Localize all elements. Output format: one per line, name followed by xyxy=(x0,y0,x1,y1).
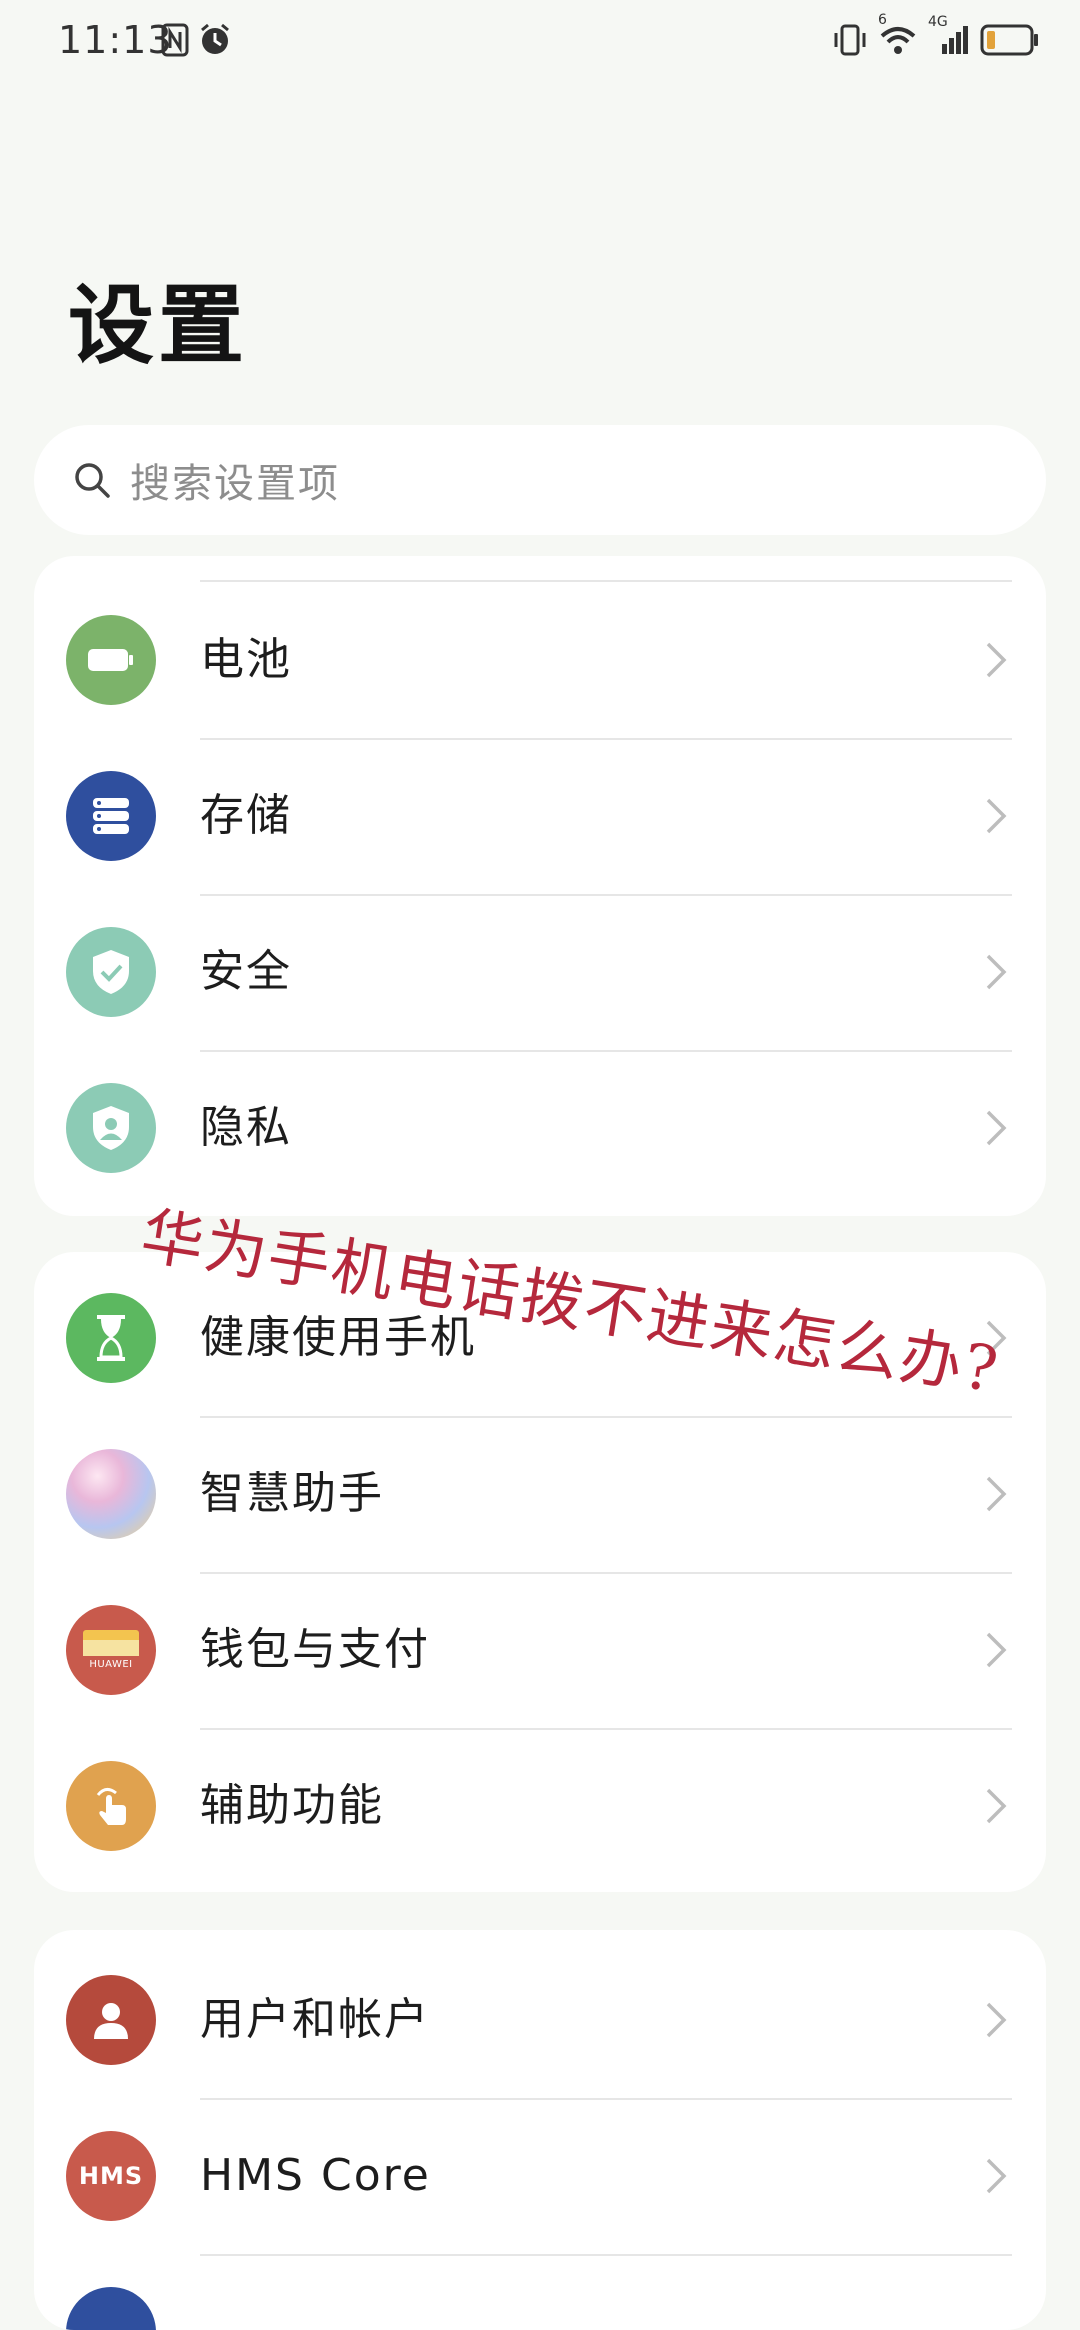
hms-icon: HMS xyxy=(66,2131,156,2221)
status-bar: 11:13 6 4G xyxy=(0,0,1080,80)
page-title: 设置 xyxy=(68,276,248,376)
settings-item-wallet[interactable]: HUAWEI 钱包与支付 xyxy=(34,1572,1046,1728)
settings-item-label: 钱包与支付 xyxy=(200,1624,430,1675)
row-divider xyxy=(200,738,1012,740)
chevron-right-icon xyxy=(986,2002,1007,2038)
partial-blue-icon xyxy=(66,2287,156,2330)
settings-item-users-accounts[interactable]: 用户和帐户 xyxy=(34,1942,1046,2098)
settings-item-label: 用户和帐户 xyxy=(200,1994,430,2045)
hourglass-icon xyxy=(66,1293,156,1383)
battery-low-icon xyxy=(980,24,1038,56)
wifi-6-icon: 6 xyxy=(878,12,918,58)
chevron-right-icon xyxy=(986,2158,1007,2194)
wallet-brand-text: HUAWEI xyxy=(89,1659,133,1670)
search-placeholder: 搜索设置项 xyxy=(130,461,340,507)
settings-item-security[interactable]: 安全 xyxy=(34,894,1046,1050)
user-icon xyxy=(66,1975,156,2065)
hand-touch-icon xyxy=(66,1761,156,1851)
settings-item-label: 辅助功能 xyxy=(200,1780,384,1831)
settings-item-label: 隐私 xyxy=(200,1102,292,1153)
wallet-card-stripe xyxy=(83,1630,139,1640)
settings-group-3: 用户和帐户 HMS HMS Core xyxy=(34,1930,1046,2330)
hms-icon-text: HMS xyxy=(78,2162,144,2190)
settings-item-accessibility[interactable]: 辅助功能 xyxy=(34,1728,1046,1884)
chevron-right-icon xyxy=(986,798,1007,834)
chevron-right-icon xyxy=(986,1476,1007,1512)
settings-item-label: 电池 xyxy=(200,634,292,685)
chevron-right-icon xyxy=(986,1788,1007,1824)
settings-item-label: 存储 xyxy=(200,790,292,841)
nfc-icon xyxy=(161,23,189,57)
settings-item-storage[interactable]: 存储 xyxy=(34,738,1046,894)
settings-item-label: 安全 xyxy=(200,946,292,997)
chevron-right-icon xyxy=(986,1110,1007,1146)
row-divider xyxy=(200,1050,1012,1052)
4g-signal-icon: 4G xyxy=(928,14,970,58)
storage-icon xyxy=(66,771,156,861)
shield-check-icon xyxy=(66,927,156,1017)
assistant-orb-icon xyxy=(66,1449,156,1539)
settings-item-label: HMS Core xyxy=(200,2150,431,2201)
status-left-icons xyxy=(160,22,232,58)
row-divider xyxy=(200,2254,1012,2256)
vibrate-icon xyxy=(834,24,866,56)
privacy-shield-icon xyxy=(66,1083,156,1173)
settings-item-label: 智慧助手 xyxy=(200,1468,384,1519)
row-divider xyxy=(200,894,1012,896)
status-time: 11:13 xyxy=(58,18,173,62)
chevron-right-icon xyxy=(986,954,1007,990)
settings-group-1: 电池 存储 安全 隐私 xyxy=(34,556,1046,1216)
settings-item-battery[interactable]: 电池 xyxy=(34,582,1046,738)
settings-item-partial[interactable] xyxy=(34,2254,1046,2330)
settings-item-assistant[interactable]: 智慧助手 xyxy=(34,1416,1046,1572)
search-input[interactable]: 搜索设置项 xyxy=(34,425,1046,535)
wifi-label: 6 xyxy=(878,12,887,28)
settings-item-privacy[interactable]: 隐私 xyxy=(34,1050,1046,1206)
chevron-right-icon xyxy=(986,1632,1007,1668)
settings-item-hms-core[interactable]: HMS HMS Core xyxy=(34,2098,1046,2254)
search-icon xyxy=(75,463,110,498)
wallet-card-body xyxy=(83,1640,139,1656)
battery-icon xyxy=(66,615,156,705)
wallet-icon: HUAWEI xyxy=(66,1605,156,1695)
status-right-icons: 6 4G xyxy=(832,12,1040,58)
alarm-icon xyxy=(201,23,229,54)
chevron-right-icon xyxy=(986,642,1007,678)
